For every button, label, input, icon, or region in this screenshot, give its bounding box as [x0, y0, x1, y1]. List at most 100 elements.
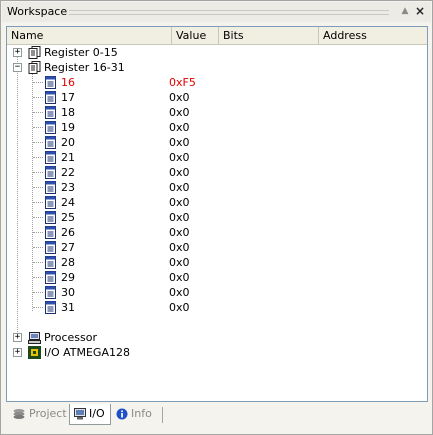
register-icon — [45, 241, 56, 254]
register-value[interactable]: 0x0 — [169, 120, 190, 135]
tree-line — [33, 232, 43, 233]
register-icon — [45, 76, 56, 89]
drag-grip[interactable] — [69, 10, 389, 15]
io-icon — [74, 408, 86, 420]
tree-group-register-0-15[interactable]: + Register 0-15 — [7, 45, 427, 60]
tree-line — [33, 127, 43, 128]
tree-line — [33, 157, 43, 158]
column-bits[interactable]: Bits — [219, 27, 319, 45]
register-row[interactable]: 16 0xF5 — [7, 75, 427, 90]
tab-io[interactable]: I/O — [69, 404, 111, 425]
tab-info[interactable]: Info — [114, 404, 160, 425]
register-icon — [45, 256, 56, 269]
tree-group-io-atmega128[interactable]: + I/O ATMEGA128 — [7, 345, 427, 360]
tab-label: I/O — [89, 407, 105, 420]
chip-icon — [28, 346, 41, 359]
register-name: 25 — [61, 211, 75, 224]
register-value[interactable]: 0x0 — [169, 105, 190, 120]
register-icon — [45, 91, 56, 104]
column-name[interactable]: Name — [7, 27, 172, 45]
register-row[interactable]: 25 0x0 — [7, 210, 427, 225]
register-name: 21 — [61, 151, 75, 164]
tab-separator — [162, 407, 163, 423]
register-value[interactable]: 0x0 — [169, 225, 190, 240]
collapse-icon[interactable]: − — [13, 63, 22, 72]
register-value[interactable]: 0x0 — [169, 240, 190, 255]
register-row[interactable]: 23 0x0 — [7, 180, 427, 195]
register-icon — [45, 196, 56, 209]
register-value[interactable]: 0x0 — [169, 270, 190, 285]
tab-project[interactable]: Project — [8, 404, 68, 425]
register-row[interactable]: 30 0x0 — [7, 285, 427, 300]
register-icon — [45, 226, 56, 239]
register-name: 22 — [61, 166, 75, 179]
title-bar[interactable]: Workspace ▲ × — [2, 2, 431, 22]
register-row[interactable]: 21 0x0 — [7, 150, 427, 165]
register-value[interactable]: 0x0 — [169, 165, 190, 180]
tree-group-label: Processor — [44, 331, 97, 344]
register-icon — [45, 151, 56, 164]
expand-icon[interactable]: + — [13, 333, 22, 342]
tree-line — [33, 202, 43, 203]
register-name: 26 — [61, 226, 75, 239]
register-row[interactable]: 26 0x0 — [7, 225, 427, 240]
register-row[interactable]: 31 0x0 — [7, 300, 427, 315]
workspace-tabs: Project I/O Info — [6, 404, 428, 426]
tree-line — [33, 217, 43, 218]
register-icon — [45, 121, 56, 134]
tree-line — [33, 82, 43, 83]
register-row[interactable]: 17 0x0 — [7, 90, 427, 105]
register-value[interactable]: 0x0 — [169, 255, 190, 270]
tree-line — [33, 262, 43, 263]
register-icon — [45, 181, 56, 194]
close-icon[interactable]: × — [414, 4, 426, 18]
register-value[interactable]: 0x0 — [169, 210, 190, 225]
autohide-icon[interactable]: ▲ — [399, 5, 411, 17]
register-bank-icon — [28, 61, 41, 74]
tree-line — [33, 307, 43, 308]
register-row[interactable]: 22 0x0 — [7, 165, 427, 180]
column-address[interactable]: Address — [319, 27, 427, 45]
register-bank-icon — [28, 46, 41, 59]
info-icon — [116, 408, 128, 420]
tree-line — [33, 247, 43, 248]
register-name: 20 — [61, 136, 75, 149]
tree-line — [33, 112, 43, 113]
tree-line — [33, 292, 43, 293]
register-name: 30 — [61, 286, 75, 299]
column-header: Name Value Bits Address — [7, 27, 427, 45]
tree-group-processor[interactable]: + Processor — [7, 330, 427, 345]
register-value[interactable]: 0x0 — [169, 135, 190, 150]
register-row[interactable]: 24 0x0 — [7, 195, 427, 210]
register-name: 17 — [61, 91, 75, 104]
register-row[interactable]: 29 0x0 — [7, 270, 427, 285]
register-icon — [45, 136, 56, 149]
register-row[interactable]: 19 0x0 — [7, 120, 427, 135]
register-row[interactable]: 28 0x0 — [7, 255, 427, 270]
register-value[interactable]: 0x0 — [169, 180, 190, 195]
processor-icon — [28, 332, 41, 344]
register-icon — [45, 106, 56, 119]
register-tree-view[interactable]: Name Value Bits Address + Register 0-15 — [6, 26, 428, 402]
register-value[interactable]: 0xF5 — [169, 75, 196, 90]
register-row[interactable]: 27 0x0 — [7, 240, 427, 255]
register-icon — [45, 166, 56, 179]
tree-group-label: Register 0-15 — [44, 46, 118, 59]
project-icon — [13, 409, 25, 419]
tree-group-register-16-31[interactable]: − Register 16-31 — [7, 60, 427, 75]
expand-icon[interactable]: + — [13, 48, 22, 57]
register-value[interactable]: 0x0 — [169, 150, 190, 165]
register-row[interactable]: 18 0x0 — [7, 105, 427, 120]
register-icon — [45, 211, 56, 224]
register-row[interactable]: 20 0x0 — [7, 135, 427, 150]
register-value[interactable]: 0x0 — [169, 90, 190, 105]
register-value[interactable]: 0x0 — [169, 285, 190, 300]
register-name: 18 — [61, 106, 75, 119]
expand-icon[interactable]: + — [13, 348, 22, 357]
register-icon — [45, 286, 56, 299]
register-value[interactable]: 0x0 — [169, 300, 190, 315]
column-value[interactable]: Value — [172, 27, 219, 45]
register-name: 24 — [61, 196, 75, 209]
register-value[interactable]: 0x0 — [169, 195, 190, 210]
register-name: 19 — [61, 121, 75, 134]
